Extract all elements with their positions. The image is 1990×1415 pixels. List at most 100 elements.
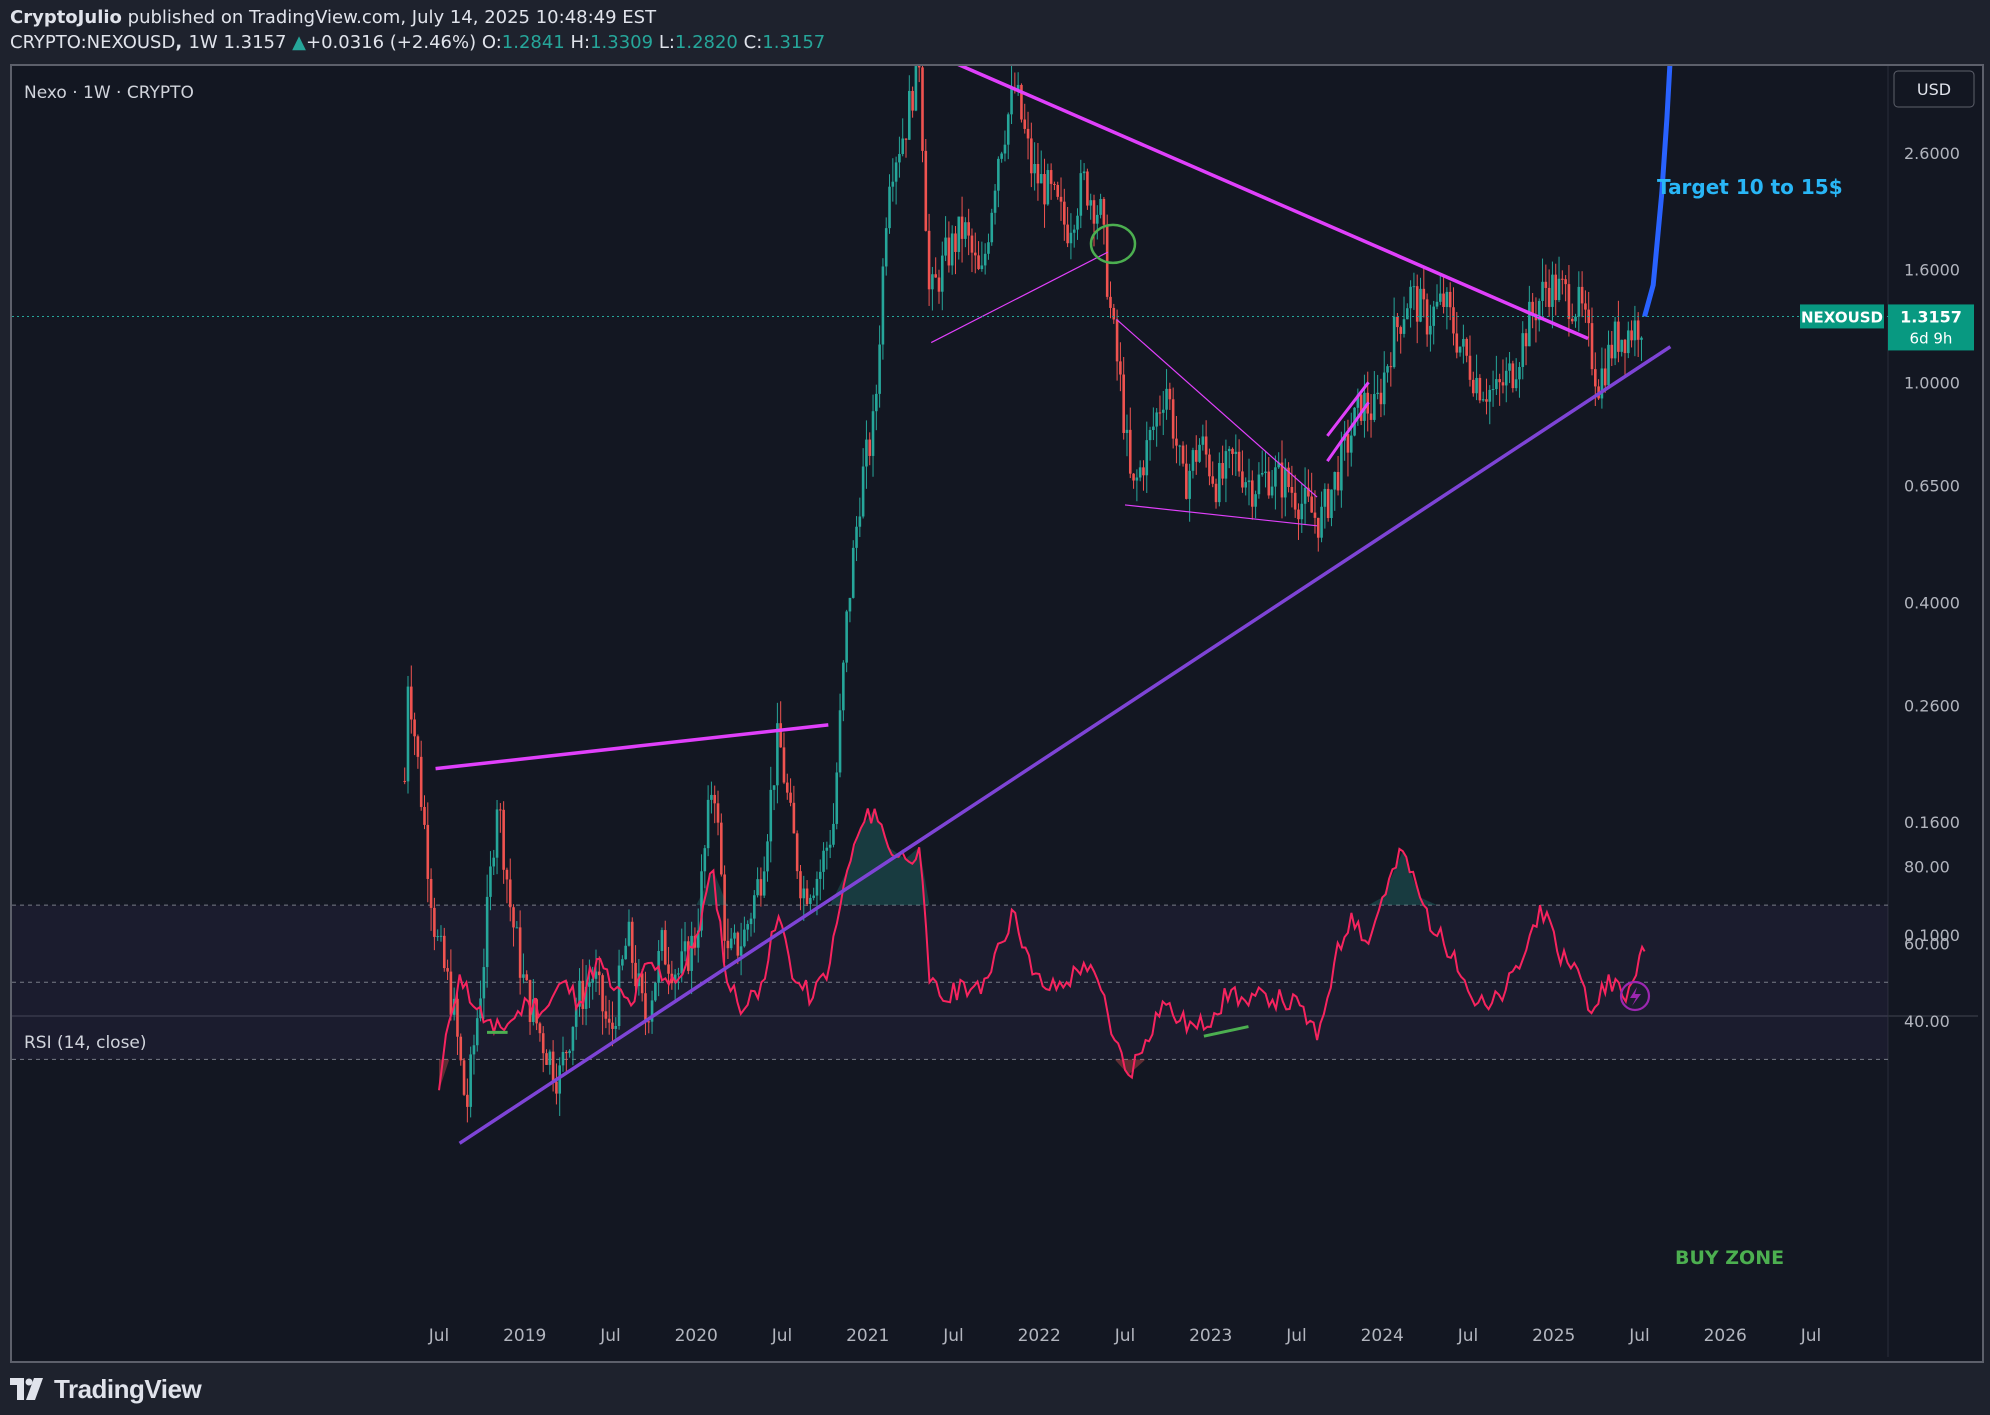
candle-body (762, 871, 766, 896)
tradingview-logo[interactable]: TradingView (10, 1372, 202, 1406)
candle-body (528, 980, 532, 1023)
candle-body (1402, 319, 1406, 334)
candle-body (1316, 517, 1320, 538)
candle-body (1346, 433, 1350, 453)
candle-body (1330, 489, 1333, 519)
candle-body (799, 871, 802, 899)
candle-body (449, 971, 453, 1015)
candle-body (663, 930, 667, 965)
candle-body (1145, 440, 1149, 476)
candle-body (1063, 201, 1066, 225)
candle-body (1620, 339, 1623, 352)
candle-body (858, 516, 862, 527)
candle-body (960, 216, 964, 239)
candle-body (436, 936, 439, 938)
candle-body (1455, 333, 1459, 353)
candle-body (720, 822, 723, 875)
candle-body (1303, 487, 1307, 504)
chart-background (12, 66, 1978, 1357)
candle-body (1610, 344, 1614, 359)
candle-body (1119, 361, 1122, 375)
candle-body (492, 857, 496, 867)
author-name[interactable]: CryptoJulio (10, 7, 122, 28)
target-annotation: Target 10 to 15$ (1657, 175, 1843, 199)
candle-body (433, 907, 436, 937)
candle-body (749, 918, 753, 925)
candle-body (690, 935, 693, 971)
candle-body (901, 138, 905, 155)
candle-body (604, 1011, 608, 1019)
candle-body (997, 158, 1000, 191)
candle-body (512, 907, 515, 928)
candle-body (1478, 377, 1482, 401)
candle-body (743, 929, 746, 947)
candle-body (891, 181, 895, 187)
candle-body (1043, 174, 1046, 205)
candle-body (1557, 278, 1561, 301)
candle-body (1488, 389, 1492, 402)
candle-body (785, 782, 789, 793)
candle-body (1498, 379, 1501, 383)
candle-body (1340, 440, 1343, 491)
candle-body (1247, 480, 1251, 483)
candle-body (1320, 506, 1323, 538)
candle-body (1438, 293, 1442, 302)
candle-body (660, 930, 664, 952)
up-arrow-icon: ▲ (292, 32, 306, 53)
candle-body (1386, 366, 1389, 373)
last-price: 1.3157 (223, 32, 287, 53)
symbol-name: CRYPTO:NEXOUSD (10, 32, 176, 53)
candle-body (406, 686, 410, 782)
candle-body (1082, 171, 1086, 174)
candle-body (1185, 463, 1188, 499)
candle-body (1122, 374, 1125, 433)
candle-body (429, 878, 433, 908)
candle-body (1191, 450, 1195, 471)
buy-zone-annotation: BUY ZONE (1675, 1247, 1784, 1269)
candle-body (1514, 379, 1518, 389)
candle-body (940, 255, 944, 292)
rsi-legend: RSI (14, close) (24, 1033, 147, 1053)
candle-body (716, 803, 720, 823)
currency-button[interactable]: USD (1893, 70, 1975, 108)
chart-canvas[interactable]: Target 10 to 15$ NEXOUSD 1.3157 6d 9h BUY ZO… (12, 66, 1978, 1357)
candle-body (1590, 323, 1594, 370)
price-tag-countdown: 6d 9h (1910, 329, 1953, 347)
candle-body (1613, 321, 1617, 359)
candle-body (1541, 281, 1544, 301)
candle-body (1419, 288, 1422, 322)
candle-body (459, 1036, 463, 1061)
candle-body (1148, 430, 1152, 441)
candle-body (518, 927, 522, 978)
candle-body (1603, 368, 1607, 386)
time-tick-label: Jul (1628, 1326, 1650, 1346)
time-tick-label: 2026 (1704, 1326, 1747, 1346)
candle-body (1155, 412, 1158, 427)
candle-body (805, 888, 809, 904)
candle-body (825, 847, 829, 851)
candle-body (809, 897, 812, 904)
candle-body (1244, 482, 1248, 488)
candle-body (795, 833, 799, 872)
candle-body (1373, 394, 1376, 420)
candle-body (1567, 284, 1571, 319)
candle-body (446, 968, 449, 972)
candle-body (419, 756, 423, 807)
candle-body (1406, 308, 1409, 320)
candle-body (1264, 471, 1267, 474)
candle-body (818, 871, 822, 879)
candle-body (508, 879, 512, 908)
candle-body (416, 736, 420, 757)
candle-body (601, 975, 604, 1012)
candle-body (1076, 215, 1079, 230)
candle-body (1594, 369, 1597, 387)
candle-body (914, 66, 918, 111)
tradingview-logo-icon (10, 1378, 43, 1400)
candle-body (868, 439, 872, 456)
candle-body (1640, 337, 1643, 340)
candle-body (733, 932, 736, 939)
candle-body (759, 879, 763, 896)
candle-body (614, 1025, 618, 1029)
candle-body (1227, 448, 1231, 452)
candle-body (680, 951, 684, 974)
